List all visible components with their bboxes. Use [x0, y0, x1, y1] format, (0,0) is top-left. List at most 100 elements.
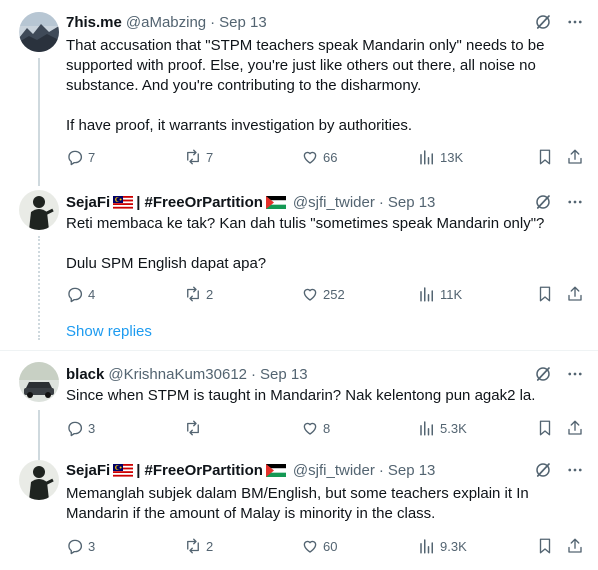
share-button[interactable] — [566, 418, 584, 438]
bookmark-button[interactable] — [536, 284, 554, 304]
tweet[interactable]: black @KrishnaKum30612 · Sep 13 Since wh… — [0, 352, 598, 452]
reply-button[interactable]: 3 — [66, 418, 95, 438]
separator: · — [378, 193, 384, 211]
tweet-header: 7his.me @aMabzing · Sep 13 — [66, 12, 584, 32]
tweet[interactable]: SejaFi | #FreeOrPartition @sjfi_twider ·… — [0, 180, 598, 310]
display-name[interactable]: 7his.me — [66, 14, 122, 31]
repost-count: 2 — [206, 286, 214, 302]
grok-icon[interactable] — [534, 13, 552, 31]
reply-count: 3 — [88, 538, 96, 554]
more-icon[interactable] — [566, 13, 584, 31]
like-button[interactable]: 252 — [301, 284, 345, 304]
user-handle[interactable]: @sjfi_twider — [293, 462, 375, 479]
avatar[interactable] — [19, 12, 59, 52]
views-button[interactable]: 5.3K — [418, 418, 467, 438]
reply-icon — [68, 421, 83, 437]
repost-button[interactable]: 7 — [184, 147, 213, 167]
tweet-paragraph: Dulu SPM English dapat apa? — [66, 255, 267, 272]
bookmark-icon — [539, 420, 551, 436]
tweet-text: Reti membaca ke tak? Kan dah tulis "some… — [66, 214, 582, 274]
reply-button[interactable]: 7 — [66, 147, 95, 167]
divider — [0, 350, 598, 351]
share-icon — [568, 149, 582, 164]
malaysia-flag-icon — [113, 195, 134, 209]
like-count: 66 — [323, 149, 338, 165]
repost-count: 2 — [206, 538, 214, 554]
share-icon — [568, 538, 582, 553]
grok-icon[interactable] — [534, 365, 552, 383]
display-name-suffix[interactable]: | #FreeOrPartition — [136, 194, 263, 211]
avatar[interactable] — [19, 460, 59, 500]
user-handle[interactable]: @sjfi_twider — [293, 194, 375, 211]
share-button[interactable] — [566, 536, 584, 556]
like-count: 60 — [323, 538, 338, 554]
like-button[interactable]: 8 — [301, 418, 330, 438]
user-handle[interactable]: @KrishnaKum30612 — [108, 366, 247, 383]
tweet-date[interactable]: Sep 13 — [260, 366, 308, 383]
like-button[interactable]: 60 — [301, 536, 337, 556]
tweet[interactable]: SejaFi | #FreeOrPartition @sjfi_twider ·… — [0, 450, 598, 570]
reply-icon — [68, 150, 83, 166]
tweet-date[interactable]: Sep 13 — [388, 194, 436, 211]
views-button[interactable]: 9.3K — [418, 536, 467, 556]
views-button[interactable]: 11K — [418, 284, 462, 304]
separator: · — [210, 13, 216, 31]
tweet-paragraph: Reti membaca ke tak? Kan dah tulis "some… — [66, 215, 545, 232]
bookmark-button[interactable] — [536, 418, 554, 438]
like-button[interactable]: 66 — [301, 147, 337, 167]
share-icon — [568, 286, 582, 301]
avatar[interactable] — [19, 362, 59, 402]
tweet-text: That accusation that "STPM teachers spea… — [66, 36, 582, 136]
heart-icon — [303, 288, 317, 301]
bookmark-button[interactable] — [536, 536, 554, 556]
bookmark-icon — [539, 149, 551, 165]
display-name[interactable]: SejaFi — [66, 194, 110, 211]
tweet-header: SejaFi | #FreeOrPartition @sjfi_twider ·… — [66, 460, 584, 480]
reply-button[interactable]: 3 — [66, 536, 95, 556]
repost-button[interactable]: 2 — [184, 284, 213, 304]
heart-icon — [303, 422, 317, 435]
views-icon — [420, 421, 433, 436]
reply-icon — [68, 539, 83, 555]
separator: · — [378, 461, 384, 479]
show-replies-link[interactable]: Show replies — [66, 323, 152, 340]
more-icon[interactable] — [566, 365, 584, 383]
malaysia-flag-icon — [113, 463, 134, 477]
more-icon[interactable] — [566, 193, 584, 211]
reply-count: 4 — [88, 286, 96, 302]
repost-button[interactable] — [184, 418, 206, 438]
palestine-flag-icon — [265, 463, 286, 477]
display-name-suffix[interactable]: | #FreeOrPartition — [136, 462, 263, 479]
more-icon[interactable] — [566, 461, 584, 479]
action-bar: 3 2 60 9.3K — [66, 536, 586, 556]
views-icon — [420, 287, 433, 302]
separator: · — [251, 365, 256, 383]
display-name[interactable]: SejaFi — [66, 462, 110, 479]
grok-icon[interactable] — [534, 461, 552, 479]
views-icon — [420, 539, 433, 554]
repost-button[interactable]: 2 — [184, 536, 213, 556]
bookmark-icon — [539, 286, 551, 302]
grok-icon[interactable] — [534, 193, 552, 211]
reply-count: 3 — [88, 420, 96, 436]
views-button[interactable]: 13K — [418, 147, 463, 167]
tweet-date[interactable]: Sep 13 — [388, 462, 436, 479]
share-button[interactable] — [566, 147, 584, 167]
views-count: 5.3K — [440, 420, 467, 436]
tweet-date[interactable]: Sep 13 — [219, 14, 267, 31]
tweet[interactable]: 7his.me @aMabzing · Sep 13 That accusati… — [0, 0, 598, 180]
reply-count: 7 — [88, 149, 96, 165]
repost-count: 7 — [206, 149, 214, 165]
repost-icon — [187, 420, 199, 436]
display-name[interactable]: black — [66, 366, 104, 383]
repost-icon — [187, 538, 199, 554]
avatar[interactable] — [19, 190, 59, 230]
repost-icon — [187, 286, 199, 302]
views-count: 11K — [440, 286, 463, 302]
share-button[interactable] — [566, 284, 584, 304]
reply-button[interactable]: 4 — [66, 284, 95, 304]
bookmark-button[interactable] — [536, 147, 554, 167]
repost-icon — [187, 149, 199, 165]
bookmark-icon — [539, 538, 551, 554]
user-handle[interactable]: @aMabzing — [126, 14, 206, 31]
